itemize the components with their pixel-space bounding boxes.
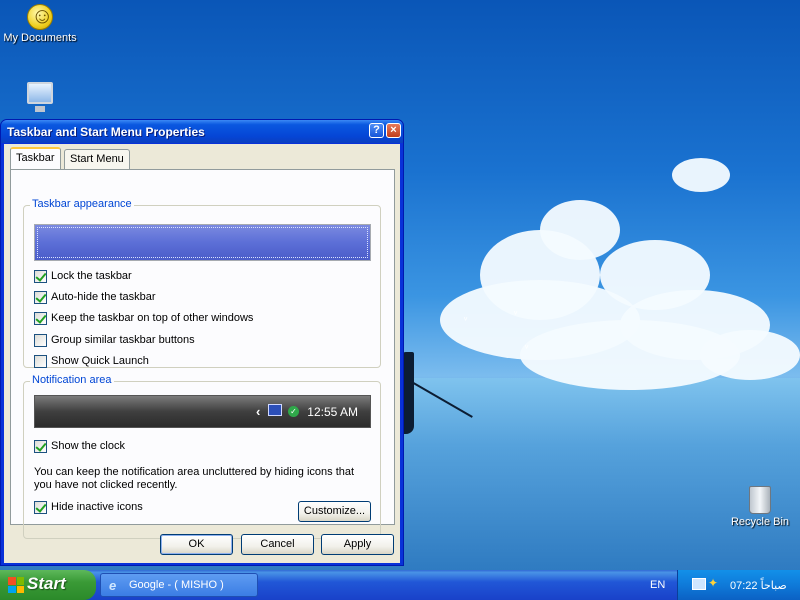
windows-logo-icon bbox=[8, 577, 24, 593]
checkbox-label: Show Quick Launch bbox=[51, 355, 149, 367]
taskbar: Start e Google - ( MISHO ) EN ✦ 07:22 صب… bbox=[0, 570, 800, 600]
keep-on-top-checkbox[interactable] bbox=[34, 311, 47, 325]
recycle-bin-icon bbox=[749, 486, 771, 514]
hide-inactive-option[interactable]: Hide inactive icons bbox=[34, 499, 143, 515]
start-label: Start bbox=[27, 574, 66, 593]
my-computer-icon bbox=[27, 82, 53, 112]
language-indicator[interactable]: EN bbox=[650, 579, 665, 591]
checkbox-label: Hide inactive icons bbox=[51, 501, 143, 513]
network-icon bbox=[268, 404, 282, 416]
dialog-title: Taskbar and Start Menu Properties bbox=[7, 125, 205, 139]
chevron-left-icon: ‹ bbox=[256, 404, 261, 419]
desktop-icon-recycle-bin[interactable]: Recycle Bin bbox=[720, 486, 800, 528]
close-button[interactable]: × bbox=[386, 123, 401, 138]
taskbar-preview bbox=[34, 224, 371, 261]
network-icon[interactable] bbox=[692, 578, 706, 590]
desktop-icon-my-documents[interactable]: My Documents bbox=[0, 3, 80, 44]
checkbox-label: Show the clock bbox=[51, 440, 125, 452]
notification-preview: ‹ ✓ 12:55 AM bbox=[34, 395, 371, 428]
smiley-documents-icon bbox=[27, 3, 53, 30]
checkbox-label: Lock the taskbar bbox=[51, 270, 132, 282]
checkbox-label: Keep the taskbar on top of other windows bbox=[51, 312, 254, 324]
auto-hide-checkbox[interactable] bbox=[34, 290, 47, 304]
cancel-button[interactable]: Cancel bbox=[241, 534, 314, 555]
notification-area-group: Notification area ‹ ✓ 12:55 AM Show the … bbox=[23, 374, 381, 539]
lock-taskbar-option[interactable]: Lock the taskbar bbox=[34, 268, 132, 284]
hide-inactive-checkbox[interactable] bbox=[34, 500, 47, 514]
quick-launch-checkbox[interactable] bbox=[34, 354, 47, 368]
group-label: Notification area bbox=[30, 374, 114, 386]
tab-start-menu[interactable]: Start Menu bbox=[64, 149, 130, 169]
start-button[interactable]: Start bbox=[0, 570, 96, 600]
ok-button[interactable]: OK bbox=[160, 534, 233, 555]
group-label: Taskbar appearance bbox=[30, 198, 134, 210]
checkbox-label: Auto-hide the taskbar bbox=[51, 291, 156, 303]
quick-launch-option[interactable]: Show Quick Launch bbox=[34, 353, 149, 369]
magic-wand-icon[interactable]: ✦ bbox=[708, 576, 718, 590]
group-buttons-checkbox[interactable] bbox=[34, 333, 47, 347]
show-clock-checkbox[interactable] bbox=[34, 439, 47, 453]
group-buttons-option[interactable]: Group similar taskbar buttons bbox=[34, 332, 195, 348]
lock-taskbar-checkbox[interactable] bbox=[34, 269, 47, 283]
dialog-titlebar[interactable]: Taskbar and Start Menu Properties ? × bbox=[1, 120, 403, 143]
preview-clock: 12:55 AM bbox=[307, 405, 358, 419]
notification-note: You can keep the notification area unclu… bbox=[34, 466, 355, 491]
desktop-icon-label: Recycle Bin bbox=[730, 516, 790, 528]
help-button[interactable]: ? bbox=[369, 123, 384, 138]
system-tray: ✦ 07:22 صباحاً bbox=[677, 570, 800, 600]
desktop-icon-label: My Documents bbox=[3, 32, 77, 44]
taskbar-clock[interactable]: 07:22 صباحاً bbox=[730, 579, 787, 592]
security-shield-icon: ✓ bbox=[288, 406, 299, 417]
dialog-client: Taskbar Start Menu Taskbar appearance Lo… bbox=[4, 144, 400, 563]
taskbar-properties-dialog: Taskbar and Start Menu Properties ? × Ta… bbox=[0, 119, 404, 566]
apply-button[interactable]: Apply bbox=[321, 534, 394, 555]
internet-explorer-icon: e bbox=[109, 578, 117, 593]
task-label: Google - ( MISHO ) bbox=[129, 579, 224, 591]
keep-on-top-option[interactable]: Keep the taskbar on top of other windows bbox=[34, 310, 253, 326]
desktop-icon-my-computer[interactable] bbox=[0, 82, 80, 112]
auto-hide-option[interactable]: Auto-hide the taskbar bbox=[34, 289, 156, 305]
tab-taskbar[interactable]: Taskbar bbox=[10, 147, 61, 169]
show-clock-option[interactable]: Show the clock bbox=[34, 438, 125, 454]
taskbar-button-google[interactable]: e Google - ( MISHO ) bbox=[100, 573, 258, 597]
taskbar-appearance-group: Taskbar appearance Lock the taskbar Auto… bbox=[23, 198, 381, 369]
customize-button[interactable]: Customize... bbox=[298, 501, 371, 522]
checkbox-label: Group similar taskbar buttons bbox=[51, 334, 195, 346]
tab-panel: Taskbar appearance Lock the taskbar Auto… bbox=[10, 169, 395, 539]
